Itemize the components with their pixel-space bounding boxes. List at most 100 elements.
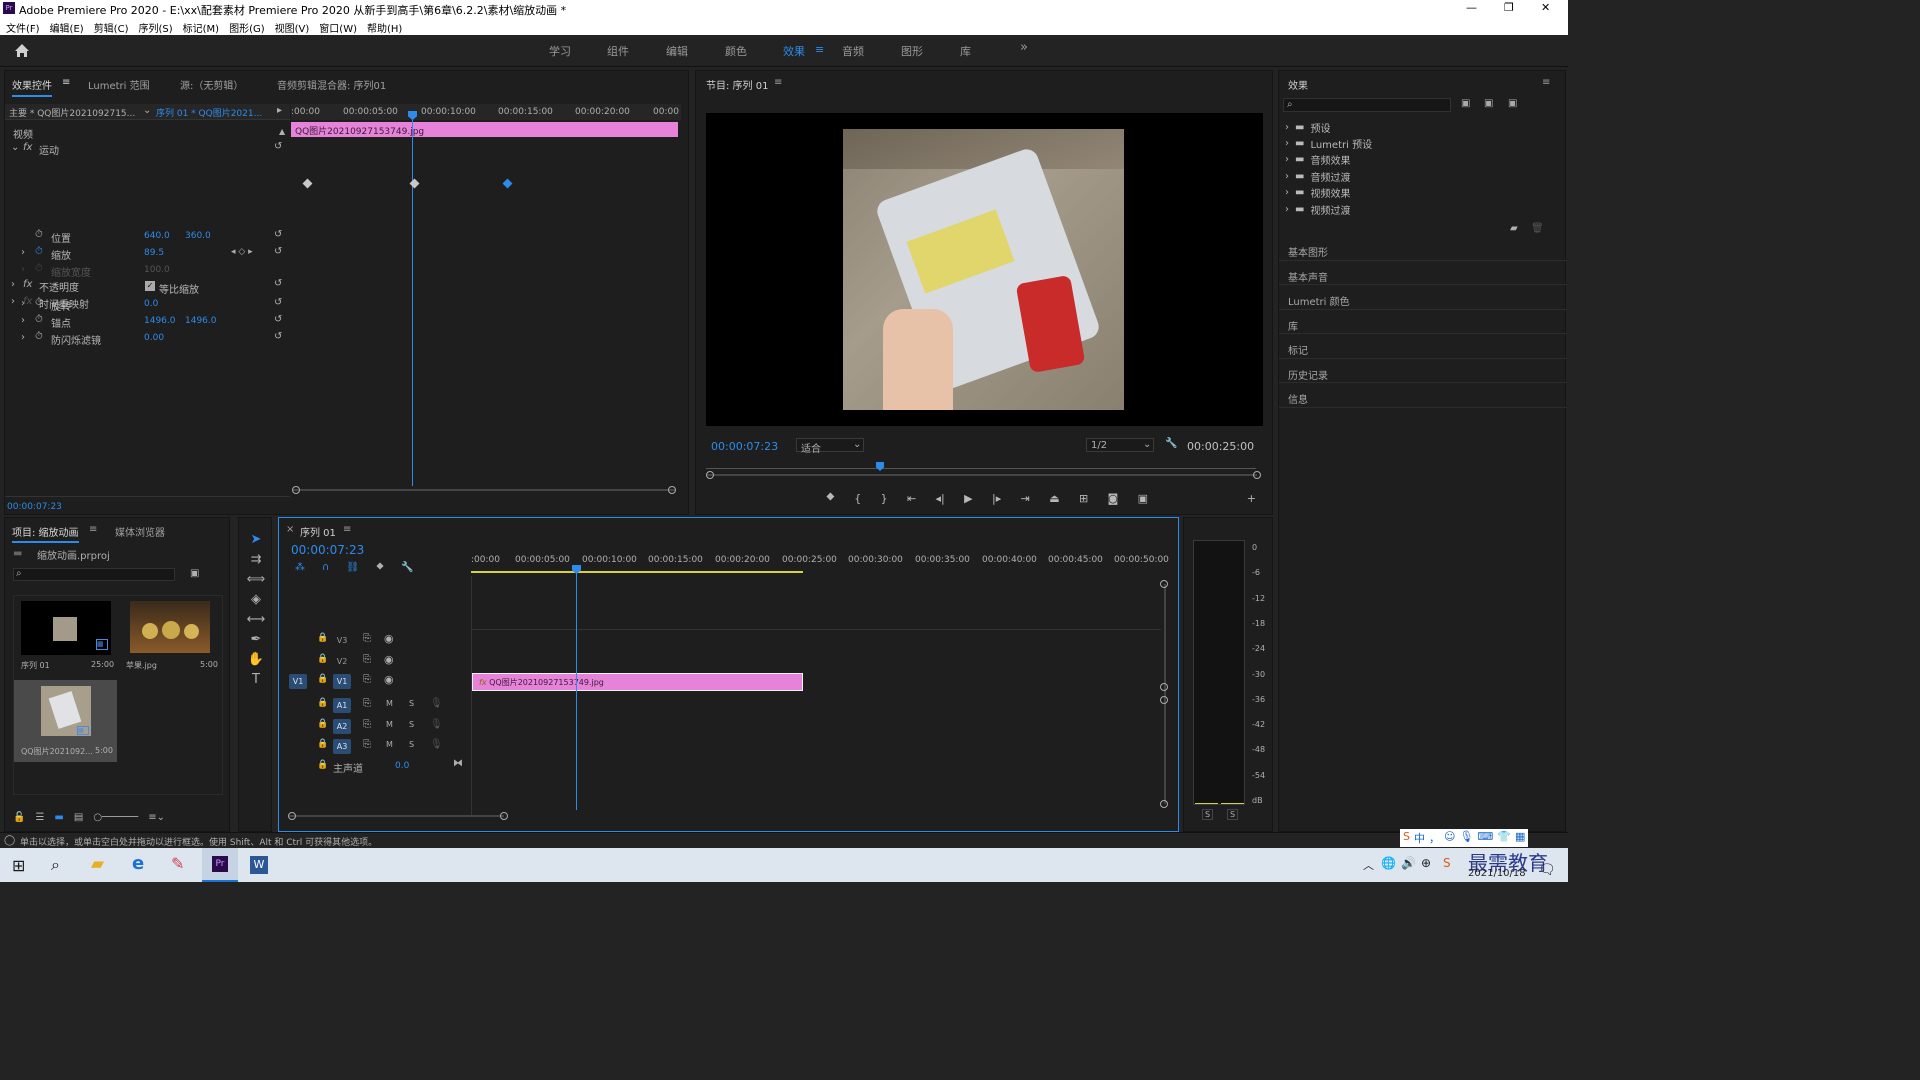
timeline-v-scrollbar[interactable]	[1164, 584, 1166, 804]
track-lock-icon[interactable]: 🔒	[317, 719, 328, 729]
program-menu-icon[interactable]: ≡	[774, 77, 782, 88]
effects-folder[interactable]: › ▬ 音频效果	[1285, 152, 1555, 168]
tl-v-mid[interactable]	[1160, 683, 1168, 691]
tl-zoom-right[interactable]	[500, 812, 508, 820]
ec-zoom-handle-right[interactable]	[668, 486, 676, 494]
stopwatch-scale-width-icon[interactable]: ⏱	[35, 263, 43, 274]
type-tool-icon[interactable]: T	[252, 672, 260, 687]
stopwatch-anchor-point-icon[interactable]: ⏱	[35, 314, 43, 325]
delete-icon[interactable]: 🗑	[1531, 223, 1544, 234]
go-to-in-icon[interactable]: ⇤	[907, 492, 916, 505]
menu-window[interactable]: 窗口(W)	[319, 20, 357, 35]
panel-menu-icon[interactable]: ≡	[62, 77, 70, 88]
sort-icon[interactable]: ≡⌄	[148, 812, 165, 823]
menu-view[interactable]: 视图(V)	[275, 20, 310, 35]
toggle-output-eye-icon[interactable]: ◉	[384, 673, 394, 686]
track-target-v3[interactable]: V3	[333, 633, 351, 648]
master-volume[interactable]: 0.0	[395, 761, 409, 771]
lift-icon[interactable]: ⏏	[1049, 492, 1059, 505]
workspace-menu-icon[interactable]: ≡	[815, 43, 824, 56]
sequence-clip-label[interactable]: 序列 01 * QQ图片2021...	[156, 106, 262, 119]
keyframe-3-icon[interactable]	[502, 178, 513, 189]
toolbox-icon[interactable]: ▦	[1515, 830, 1525, 846]
tab-source[interactable]: 源:（无剪辑）	[180, 77, 243, 92]
home-icon[interactable]	[14, 43, 30, 58]
premiere-taskbar-button[interactable]: Pr	[202, 848, 238, 882]
reset-scale-icon[interactable]: ↺	[274, 246, 282, 257]
program-zoom-left[interactable]	[706, 471, 714, 479]
punct-icon[interactable]: ，	[1429, 830, 1440, 846]
menu-help[interactable]: 帮助(H)	[367, 20, 402, 35]
button-editor-icon[interactable]: +	[1247, 492, 1256, 505]
resolution-chevron-icon[interactable]: ⌄	[1143, 439, 1151, 450]
item-sequence-name[interactable]: 序列 01	[21, 660, 50, 671]
master-lock-icon[interactable]: 🔒	[317, 760, 328, 770]
folder-expand-icon[interactable]: ›	[1285, 138, 1289, 149]
tray-chevron-icon[interactable]: ︿	[1363, 857, 1374, 873]
workspace-effects[interactable]: 效果	[783, 43, 805, 59]
mute-icon[interactable]: M	[386, 740, 393, 749]
track-sync-icon[interactable]: ⎘	[363, 739, 371, 750]
timeline-menu-icon[interactable]: ≡	[343, 524, 351, 535]
expand-opacity-icon[interactable]: ›	[11, 279, 15, 290]
play-icon[interactable]: ▶	[964, 492, 972, 505]
fx-opacity-icon[interactable]: fx	[23, 279, 32, 290]
add-marker-tl-icon[interactable]: ⯁	[376, 562, 384, 573]
keyframe-nav-icon[interactable]: ◂ ◇ ▸	[231, 247, 253, 257]
reset-anti-flicker-icon[interactable]: ↺	[274, 331, 282, 342]
ec-zoom-scrollbar[interactable]	[293, 489, 676, 491]
tl-v-mid2[interactable]	[1160, 696, 1168, 704]
workspace-libraries[interactable]: 库	[960, 43, 971, 59]
collapsed-panel[interactable]: 基本声音	[1279, 261, 1567, 285]
extract-icon[interactable]: ⊞	[1079, 492, 1088, 505]
fit-select[interactable]: 适合	[801, 440, 821, 455]
folder-expand-icon[interactable]: ›	[1285, 122, 1289, 133]
expand-scale-width-icon[interactable]: ›	[21, 264, 25, 275]
settings-wrench-icon[interactable]: 🔧	[1165, 438, 1177, 449]
position-value-1[interactable]: 640.0	[144, 231, 170, 241]
expand-anti-flicker-icon[interactable]: ›	[21, 332, 25, 343]
workspace-learn[interactable]: 学习	[549, 43, 571, 59]
list-view-icon[interactable]: ☰	[35, 812, 44, 823]
collapsed-panel[interactable]: 信息	[1279, 383, 1567, 408]
workspace-audio[interactable]: 音频	[842, 43, 864, 59]
add-marker-icon[interactable]: ⯁	[826, 491, 835, 505]
fit-chevron-icon[interactable]: ⌄	[853, 439, 861, 450]
work-area-bar[interactable]	[471, 571, 803, 573]
toggle-output-eye-icon[interactable]: ◉	[384, 653, 394, 666]
32bit-effects-icon[interactable]: ▣	[1484, 98, 1493, 109]
timeline-title[interactable]: 序列 01	[300, 524, 336, 539]
ripple-edit-tool-icon[interactable]: ⟺	[247, 572, 266, 587]
windows-start-icon[interactable]: ⊞	[12, 856, 25, 875]
keyboard-icon[interactable]: ⌨	[1477, 830, 1493, 846]
workspace-graphics[interactable]: 图形	[901, 43, 923, 59]
track-lock-icon[interactable]: 🔒	[317, 654, 328, 664]
menu-clip[interactable]: 剪辑(C)	[94, 20, 129, 35]
close-sequence-icon[interactable]: ×	[286, 524, 294, 535]
mic-icon[interactable]: 🎙	[1459, 830, 1473, 846]
track-target-a3[interactable]: A3	[333, 739, 351, 754]
effects-folder[interactable]: › ▬ 预设	[1285, 119, 1555, 135]
yuv-effects-icon[interactable]: ▣	[1508, 98, 1517, 109]
find-icon[interactable]: ▣	[190, 568, 199, 579]
track-sync-icon[interactable]: ⎘	[363, 674, 371, 685]
track-sync-icon[interactable]: ⎘	[363, 633, 371, 644]
collapsed-panel[interactable]: 基本图形	[1279, 236, 1567, 261]
edge-icon[interactable]: e	[132, 853, 144, 874]
effects-folder[interactable]: › ▬ 视频过渡	[1285, 201, 1555, 217]
timeline-settings-icon[interactable]: 🔧	[401, 562, 413, 573]
reset-anchor-point-icon[interactable]: ↺	[274, 314, 282, 325]
freeform-view-icon[interactable]: ▤	[74, 812, 83, 823]
master-end-icon[interactable]: ⧓	[453, 758, 463, 769]
workspace-editing[interactable]: 编辑	[666, 43, 688, 59]
effects-menu-icon[interactable]: ≡	[1542, 77, 1550, 88]
skin-icon[interactable]: 👕	[1497, 830, 1511, 846]
paint-icon[interactable]: ✎	[171, 854, 184, 873]
menu-edit[interactable]: 编辑(E)	[50, 20, 84, 35]
notification-icon[interactable]: 🗨	[1538, 862, 1556, 878]
ec-timecode[interactable]: 00:00:07:23	[7, 502, 62, 512]
expand-timeremap-icon[interactable]: ›	[11, 296, 15, 307]
menu-file[interactable]: 文件(F)	[6, 20, 40, 35]
program-timecode[interactable]: 00:00:07:23	[711, 440, 778, 453]
folder-expand-icon[interactable]: ›	[1285, 154, 1289, 165]
